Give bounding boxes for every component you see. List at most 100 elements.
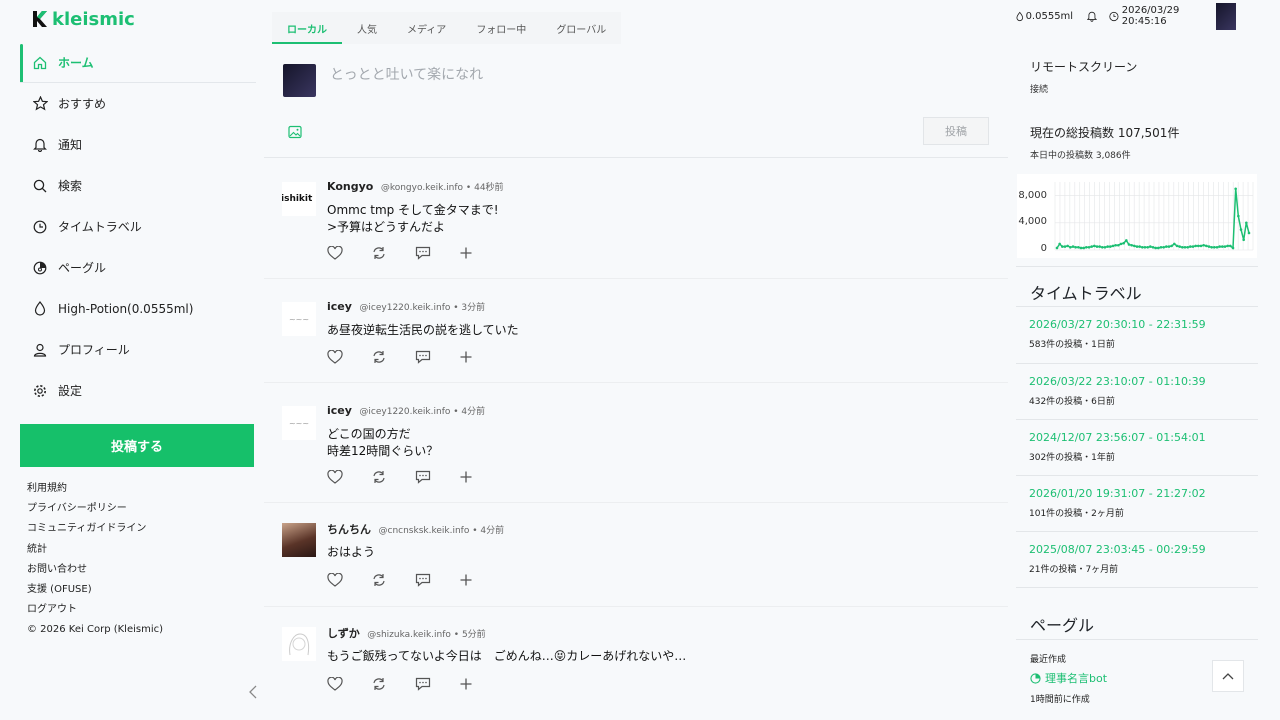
heart-icon[interactable]: [327, 244, 371, 262]
post-author[interactable]: Kongyo: [327, 180, 373, 193]
tab-popular[interactable]: 人気: [342, 12, 392, 44]
sidebar-item-label: おすすめ: [58, 97, 107, 111]
data-point: [1061, 245, 1064, 248]
avatar[interactable]: [282, 523, 316, 557]
timetravel-item[interactable]: 2026/03/22 23:10:07 - 01:10:39 432件の投稿・6…: [1029, 375, 1206, 407]
collapse-sidebar-button[interactable]: [248, 684, 262, 702]
heart-icon[interactable]: [327, 571, 371, 589]
sidebar-item-search[interactable]: 検索: [20, 165, 256, 206]
reply-icon[interactable]: [415, 244, 459, 262]
link-stats[interactable]: 統計: [27, 543, 163, 563]
plus-icon[interactable]: [459, 468, 503, 486]
link-guidelines[interactable]: コミュニティガイドライン: [27, 522, 163, 542]
data-point: [1071, 245, 1075, 248]
sidebar-item-potion[interactable]: High-Potion(0.0555ml): [20, 288, 256, 329]
sidebar-item-notifications[interactable]: 通知: [20, 124, 256, 165]
link-privacy[interactable]: プライバシーポリシー: [27, 502, 163, 522]
timetravel-item[interactable]: 2026/03/27 20:30:10 - 22:31:59 583件の投稿・1…: [1029, 318, 1206, 350]
reply-icon[interactable]: [415, 468, 459, 486]
post-time[interactable]: 44秒前: [474, 183, 503, 193]
repost-icon[interactable]: [371, 468, 415, 486]
reply-icon[interactable]: [415, 348, 459, 366]
timetravel-item[interactable]: 2025/08/07 23:03:45 - 00:29:59 21件の投稿・7ヶ…: [1029, 543, 1206, 575]
reply-icon[interactable]: [415, 571, 459, 589]
sidebar-item-home[interactable]: ホーム: [20, 42, 256, 83]
data-point: [1229, 244, 1232, 248]
sidebar-item-timetravel[interactable]: タイムトラベル: [20, 206, 256, 247]
sidebar-item-settings[interactable]: 設定: [20, 370, 256, 411]
post-time[interactable]: 4分前: [480, 526, 504, 536]
heart-icon[interactable]: [327, 348, 371, 366]
data-point: [1218, 245, 1221, 248]
data-point: [1122, 241, 1125, 245]
timetravel-item[interactable]: 2026/01/20 19:31:07 - 21:27:02 101件の投稿・2…: [1029, 487, 1206, 519]
repost-icon[interactable]: [371, 348, 415, 366]
post-handle[interactable]: @kongyo.keik.info: [381, 183, 463, 193]
compose-input[interactable]: とっとと吐いて楽になれ: [330, 64, 483, 84]
data-point: [1154, 246, 1157, 250]
link-contact[interactable]: お問い合わせ: [27, 563, 163, 583]
avatar-label: ~~~: [288, 314, 310, 324]
logo-icon: [33, 11, 47, 27]
link-logout[interactable]: ログアウト: [27, 603, 163, 623]
tab-following[interactable]: フォロー中: [461, 12, 541, 44]
tab-global[interactable]: グローバル: [541, 12, 621, 44]
post-author[interactable]: しずか: [327, 627, 360, 640]
data-point: [1066, 244, 1069, 248]
logo[interactable]: kleismic: [32, 8, 135, 30]
timetravel-item[interactable]: 2024/12/07 23:56:07 - 01:54:01 302件の投稿・1…: [1029, 431, 1206, 463]
reply-icon[interactable]: [415, 675, 459, 693]
post-time[interactable]: 4分前: [461, 407, 485, 417]
repost-icon[interactable]: [371, 571, 415, 589]
divider: [1016, 363, 1258, 364]
image-attach-icon[interactable]: [288, 124, 302, 139]
tab-media[interactable]: メディア: [392, 12, 461, 44]
sidebar-item-profile[interactable]: プロフィール: [20, 329, 256, 370]
post-handle[interactable]: @shizuka.keik.info: [367, 630, 451, 640]
data-point: [1125, 239, 1128, 242]
avatar[interactable]: ishikit: [282, 182, 316, 216]
sidebar-item-recommend[interactable]: おすすめ: [20, 83, 256, 124]
tab-local[interactable]: ローカル: [272, 12, 342, 44]
post-author[interactable]: icey: [327, 300, 352, 313]
post-handle[interactable]: @icey1220.keik.info: [359, 407, 450, 417]
star-icon: [32, 96, 48, 112]
post-time[interactable]: 3分前: [461, 303, 485, 313]
plus-icon[interactable]: [459, 571, 503, 589]
plus-icon[interactable]: [459, 675, 503, 693]
data-point: [1130, 243, 1133, 247]
data-point: [1162, 245, 1165, 249]
post-author[interactable]: ちんちん: [327, 523, 371, 536]
sidebar-item-pagle[interactable]: ペーグル: [20, 247, 256, 288]
post-time[interactable]: 5分前: [462, 630, 486, 640]
timetravel-range: 2025/08/07 23:03:45 - 00:29:59: [1029, 543, 1206, 556]
remote-screen-status[interactable]: 接続: [1030, 82, 1137, 95]
avatar[interactable]: [1215, 2, 1237, 30]
link-support[interactable]: 支援 (OFUSE): [27, 583, 163, 603]
compose-post-button[interactable]: 投稿する: [20, 424, 254, 467]
post-handle[interactable]: @icey1220.keik.info: [359, 303, 450, 313]
heart-icon[interactable]: [327, 675, 371, 693]
avatar[interactable]: ~~~: [282, 302, 316, 336]
repost-icon[interactable]: [371, 675, 415, 693]
data-point: [1069, 245, 1072, 249]
scroll-top-button[interactable]: [1212, 660, 1244, 692]
plus-icon[interactable]: [459, 348, 503, 366]
post-author[interactable]: icey: [327, 404, 352, 417]
avatar[interactable]: [282, 627, 316, 661]
heart-icon[interactable]: [327, 468, 371, 486]
data-point: [1058, 242, 1061, 246]
ytick-label: 4,000: [1018, 216, 1047, 227]
bell-icon[interactable]: [1087, 9, 1097, 23]
plus-icon[interactable]: [459, 244, 503, 262]
pagle-item[interactable]: 理事名言bot: [1030, 670, 1107, 686]
ytick-label: 0: [1041, 243, 1047, 254]
avatar[interactable]: ~~~: [282, 406, 316, 440]
post-header: しずか @shizuka.keik.info • 5分前: [327, 627, 486, 640]
submit-post-button[interactable]: 投稿: [923, 117, 989, 145]
link-terms[interactable]: 利用規約: [27, 482, 163, 502]
data-point: [1098, 245, 1101, 248]
post-handle[interactable]: @cncnsksk.keik.info: [379, 526, 470, 536]
left-sidebar: kleismic ホーム おすすめ 通知 検索 タイムトラベル ペーグル Hig…: [0, 0, 262, 720]
repost-icon[interactable]: [371, 244, 415, 262]
